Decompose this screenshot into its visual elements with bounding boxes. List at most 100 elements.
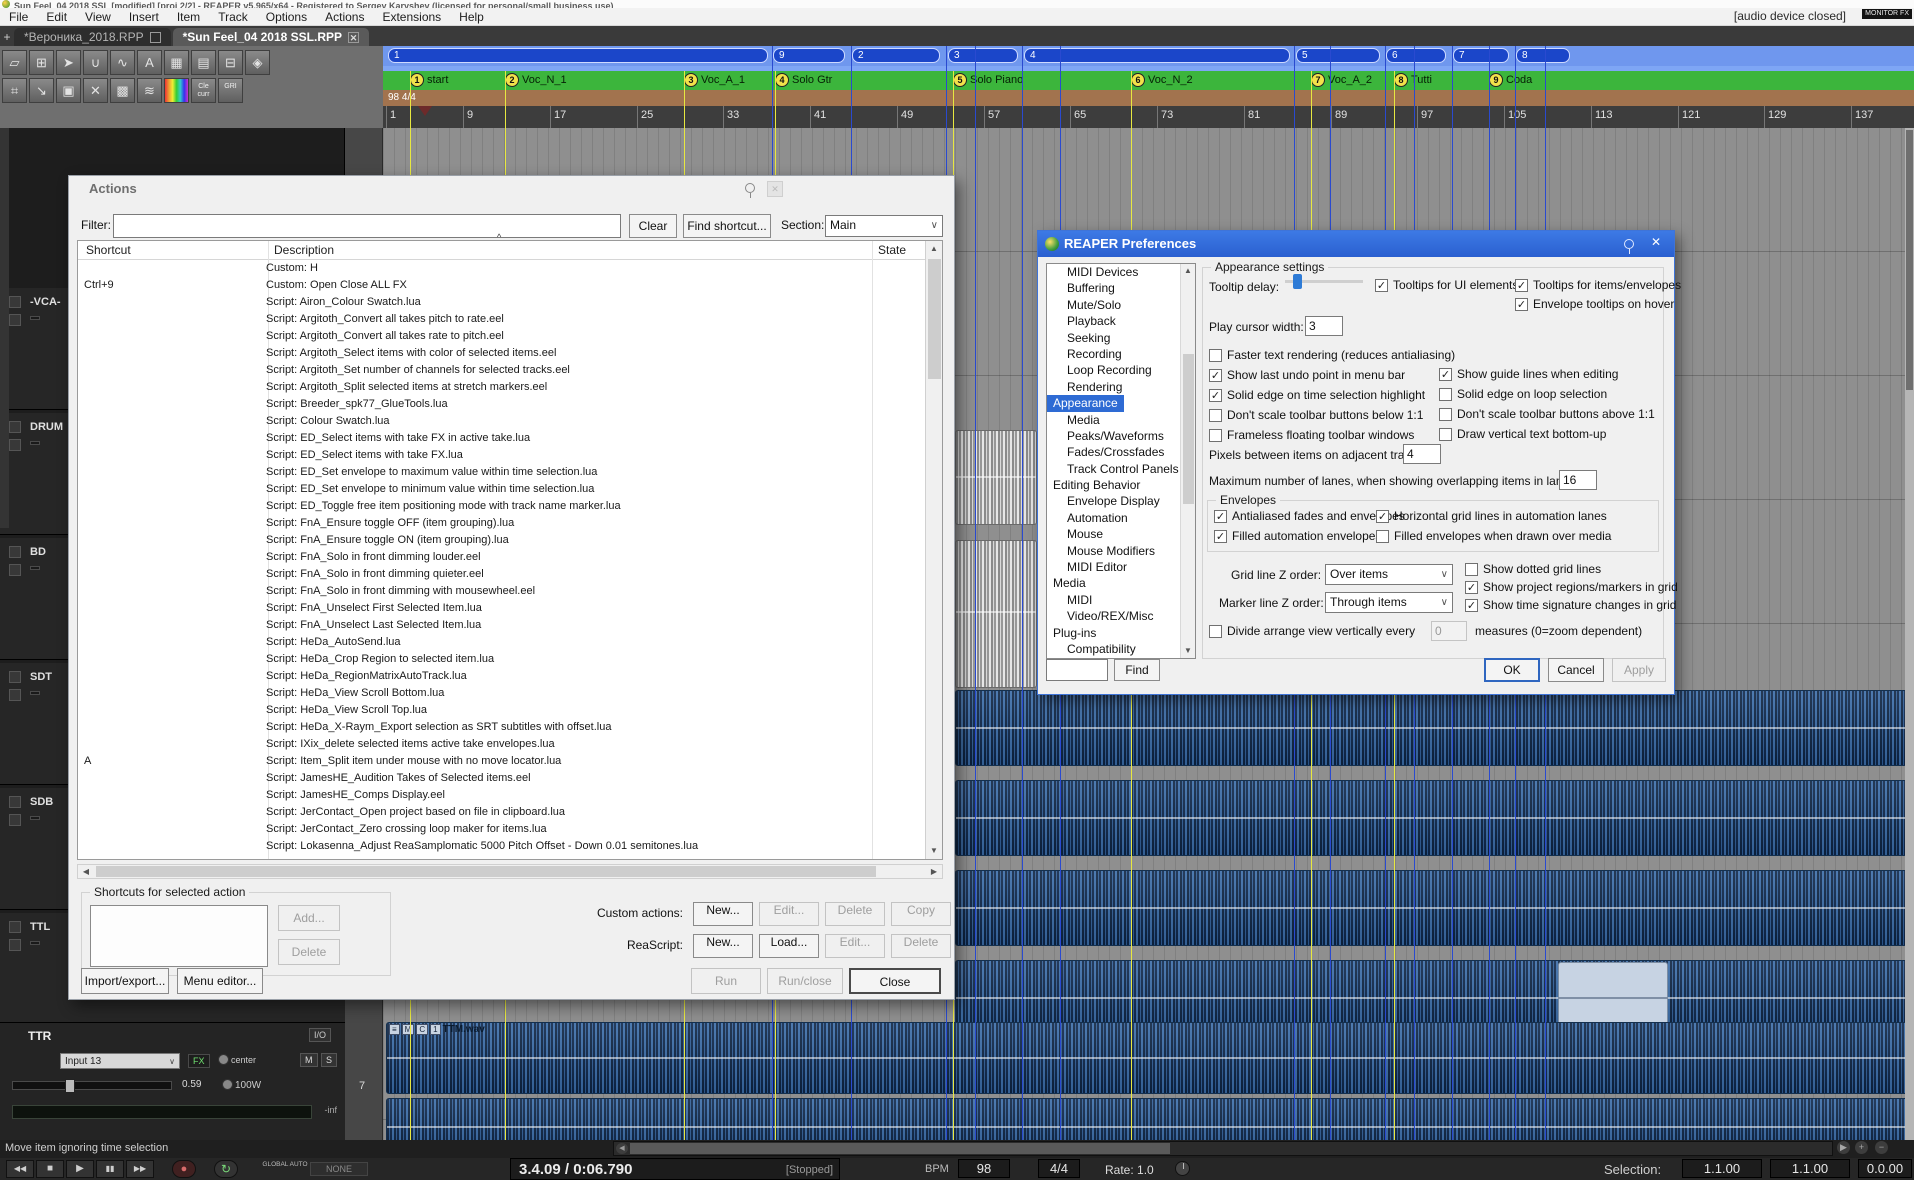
apply-button[interactable]: Apply xyxy=(1612,658,1666,682)
custom-edit-button[interactable]: Edit... xyxy=(759,902,819,926)
project-marker[interactable]: 9 Coda xyxy=(1489,73,1532,87)
checkbox[interactable]: Solid edge on loop selection xyxy=(1439,387,1655,401)
toolbar-icon[interactable]: ◈ xyxy=(245,50,270,75)
tree-item[interactable]: Loop Recording xyxy=(1047,362,1195,378)
tree-item[interactable]: Video/REX/Misc xyxy=(1047,608,1195,624)
track-name[interactable]: -VCA- xyxy=(30,296,61,308)
marker-z-select[interactable]: Through items∨ xyxy=(1325,592,1453,613)
checkbox[interactable]: Draw vertical text bottom-up xyxy=(1439,427,1655,441)
custom-delete-button[interactable]: Delete xyxy=(825,902,885,926)
go-to-end-button[interactable]: ▶▶ xyxy=(126,1160,154,1178)
trim-button[interactable] xyxy=(30,941,40,945)
tree-item[interactable]: MIDI Devices xyxy=(1047,264,1195,280)
menu-item[interactable]: Insert xyxy=(120,8,168,26)
checkbox-box[interactable] xyxy=(1209,625,1222,638)
project-marker[interactable]: 4 Solo Gtr xyxy=(775,73,832,87)
track-name[interactable]: SDB xyxy=(30,796,53,808)
action-row[interactable]: Script: JamesHE_Audition Takes of Select… xyxy=(78,770,926,787)
solo-button[interactable]: S xyxy=(321,1053,337,1067)
toolbar-icon[interactable]: ∪ xyxy=(83,50,108,75)
track-name[interactable]: DRUM xyxy=(30,421,63,433)
toolbar-icon[interactable]: ➤ xyxy=(56,50,81,75)
checkbox[interactable]: Show project regions/markers in grid xyxy=(1465,580,1678,594)
checkbox[interactable]: Don't scale toolbar buttons above 1:1 xyxy=(1439,407,1655,421)
action-row[interactable]: Script: ED_Select items with take FX.lua xyxy=(78,447,926,464)
action-row[interactable]: Script: HeDa_View Scroll Bottom.lua xyxy=(78,685,926,702)
column-description[interactable]: Description xyxy=(274,243,334,257)
checkbox[interactable]: Show guide lines when editing xyxy=(1439,367,1655,381)
project-marker[interactable]: 1 start xyxy=(410,73,448,87)
region-segment[interactable]: 3 xyxy=(948,48,1018,63)
checkbox-box[interactable] xyxy=(1376,510,1389,523)
trim-button[interactable] xyxy=(30,566,40,570)
toolbar-icon[interactable]: ▦ xyxy=(164,50,189,75)
tree-item[interactable]: MIDI xyxy=(1047,592,1195,608)
tree-item[interactable]: Media xyxy=(1047,575,1195,591)
tree-item[interactable]: Compatibility xyxy=(1047,641,1195,657)
action-row[interactable]: Script: HeDa_AutoSend.lua xyxy=(78,634,926,651)
track-env-button[interactable] xyxy=(9,921,21,933)
section-select[interactable]: Main∨ xyxy=(825,215,943,237)
column-state[interactable]: State xyxy=(878,243,906,257)
action-row[interactable]: Script: Argitoth_Select items with color… xyxy=(78,345,926,362)
add-tab-button[interactable]: + xyxy=(0,30,14,46)
zoom-out-icon[interactable]: − xyxy=(1875,1141,1888,1154)
list-horizontal-scrollbar[interactable]: ◀ ▶ xyxy=(77,864,943,879)
action-row[interactable]: Script: ED_Set envelope to minimum value… xyxy=(78,481,926,498)
time-signature[interactable]: 4/4 xyxy=(1038,1159,1080,1178)
tooltip-delay-slider[interactable] xyxy=(1285,280,1363,283)
zoom-in-icon[interactable]: + xyxy=(1855,1141,1868,1154)
find-shortcut-button[interactable]: Find shortcut... xyxy=(683,214,771,238)
project-marker[interactable]: 7 Voc_A_2 xyxy=(1311,73,1372,87)
mute-button[interactable]: M xyxy=(300,1053,318,1067)
clear-current-button[interactable]: Cle curr xyxy=(191,78,216,103)
checkbox-box[interactable] xyxy=(1209,349,1222,362)
action-row[interactable]: Script: Airon_Colour Swatch.lua xyxy=(78,294,926,311)
track-name[interactable]: BD xyxy=(30,546,46,558)
global-automation-button[interactable]: GLOBAL AUTO xyxy=(262,1160,308,1178)
track-header-ttr[interactable]: TTR I/O Input 13∨ FX center M S 0.59 100… xyxy=(0,1022,345,1140)
color-palette-icon[interactable] xyxy=(164,78,189,103)
region-segment[interactable]: 9 xyxy=(773,48,845,63)
checkbox-box[interactable] xyxy=(1465,581,1478,594)
delete-shortcut-button[interactable]: Delete xyxy=(278,939,340,965)
toolbar-icon[interactable]: ↘ xyxy=(29,78,54,103)
action-row[interactable]: Script: Argitoth_Convert all takes pitch… xyxy=(78,311,926,328)
scroll-left-icon[interactable]: ◀ xyxy=(616,1143,628,1154)
scrollbar-thumb[interactable] xyxy=(96,866,876,877)
custom-copy-button[interactable]: Copy xyxy=(891,902,951,926)
action-row[interactable]: Script: IXix_delete selected items activ… xyxy=(78,736,926,753)
checkbox[interactable]: Frameless floating toolbar windows xyxy=(1209,428,1455,442)
preferences-titlebar[interactable]: REAPER Preferences ✕ xyxy=(1038,231,1674,257)
action-row[interactable]: Script: JamesHE_Comps Display.eel xyxy=(78,787,926,804)
tree-item[interactable]: Buffering xyxy=(1047,280,1195,296)
track-env-button[interactable] xyxy=(9,546,21,558)
close-icon[interactable]: ✕ xyxy=(767,181,783,197)
toolbar-icon[interactable]: ▣ xyxy=(56,78,81,103)
checkbox-box[interactable] xyxy=(1209,389,1222,402)
go-to-start-button[interactable]: ◀◀ xyxy=(6,1160,34,1178)
track-name[interactable]: TTL xyxy=(30,921,50,933)
action-row[interactable]: Script: Lokasenna_Adjust ReaSamplomatic … xyxy=(78,838,926,855)
action-row[interactable]: Script: FnA_Unselect First Selected Item… xyxy=(78,600,926,617)
pin-icon[interactable] xyxy=(745,183,755,193)
project-marker[interactable]: 8 Tutti xyxy=(1394,73,1432,87)
tree-item[interactable]: Peaks/Waveforms xyxy=(1047,428,1195,444)
find-button[interactable]: Find xyxy=(1114,659,1160,681)
item-button[interactable]: M xyxy=(402,1024,415,1035)
reascript-delete-button[interactable]: Delete xyxy=(891,934,951,958)
track-name[interactable]: SDT xyxy=(30,671,52,683)
tree-item[interactable]: Plug-ins xyxy=(1047,625,1195,641)
checkbox[interactable]: Tooltips for UI elements xyxy=(1375,278,1518,292)
action-row[interactable]: Script: HeDa_View Scroll Top.lua xyxy=(78,702,926,719)
action-row[interactable]: Script: FnA_Ensure toggle OFF (item grou… xyxy=(78,515,926,532)
checkbox-box[interactable] xyxy=(1209,369,1222,382)
checkbox[interactable]: Horizontal grid lines in automation lane… xyxy=(1376,509,1611,523)
custom-new-button[interactable]: New... xyxy=(693,902,753,926)
audio-item[interactable] xyxy=(955,690,1912,766)
checkbox[interactable]: Don't scale toolbar buttons below 1:1 xyxy=(1209,408,1455,422)
tree-item[interactable]: Mouse Modifiers xyxy=(1047,543,1195,559)
project-marker[interactable]: 6 Voc_N_2 xyxy=(1131,73,1193,87)
checkbox-box[interactable] xyxy=(1465,599,1478,612)
scroll-right-icon[interactable]: ▶ xyxy=(926,865,942,878)
